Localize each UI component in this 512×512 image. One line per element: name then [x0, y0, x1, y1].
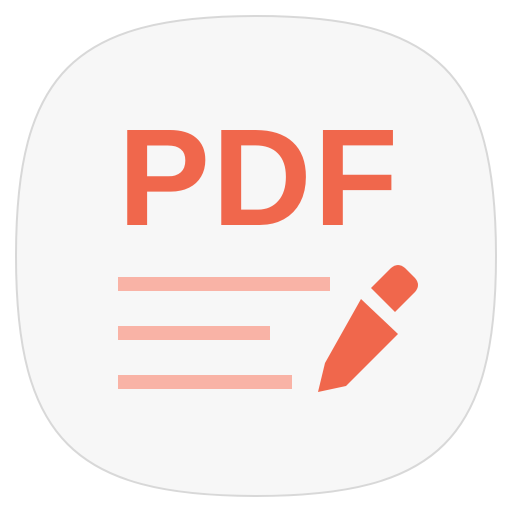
icon-background	[14, 14, 498, 498]
pdf-writer-app-icon[interactable]	[0, 0, 512, 512]
app-icon-stage: PDF	[0, 0, 512, 512]
pdf-label: PDF	[118, 101, 400, 255]
text-line-1	[118, 277, 330, 291]
text-line-2	[118, 326, 270, 340]
text-line-3	[118, 375, 292, 389]
